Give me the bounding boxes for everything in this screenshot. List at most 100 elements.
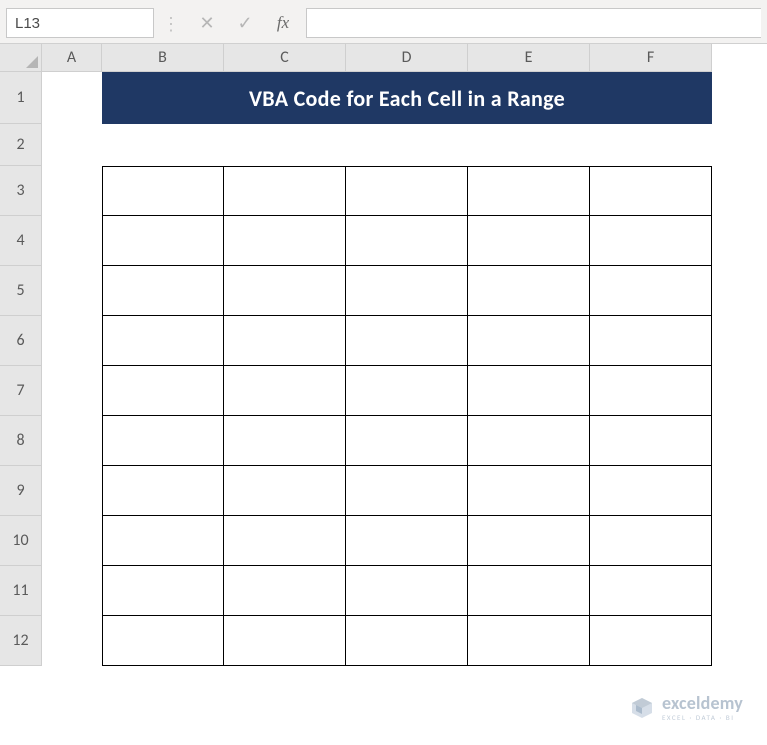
- cell-b2[interactable]: [102, 124, 224, 166]
- cell-a8[interactable]: [42, 416, 102, 466]
- cell-f2[interactable]: [590, 124, 712, 166]
- cell-d6[interactable]: [346, 316, 468, 366]
- row-header-10[interactable]: 10: [0, 516, 42, 566]
- row-header-7[interactable]: 7: [0, 366, 42, 416]
- row-header-1[interactable]: 1: [0, 72, 42, 124]
- cell-b7[interactable]: [102, 366, 224, 416]
- cell-b12[interactable]: [102, 616, 224, 666]
- column-header-d[interactable]: D: [346, 44, 468, 72]
- cell-c8[interactable]: [224, 416, 346, 466]
- cell-f7[interactable]: [590, 366, 712, 416]
- column-header-a[interactable]: A: [42, 44, 102, 72]
- column-header-f[interactable]: F: [590, 44, 712, 72]
- column-header-e[interactable]: E: [468, 44, 590, 72]
- column-header-b[interactable]: B: [102, 44, 224, 72]
- row-5: [42, 266, 712, 316]
- cell-e12[interactable]: [468, 616, 590, 666]
- cell-f10[interactable]: [590, 516, 712, 566]
- cell-e10[interactable]: [468, 516, 590, 566]
- cell-d2[interactable]: [346, 124, 468, 166]
- cell-c5[interactable]: [224, 266, 346, 316]
- cell-d4[interactable]: [346, 216, 468, 266]
- cell-e7[interactable]: [468, 366, 590, 416]
- cell-c10[interactable]: [224, 516, 346, 566]
- cell-d7[interactable]: [346, 366, 468, 416]
- title-cell[interactable]: VBA Code for Each Cell in a Range: [102, 72, 712, 124]
- cell-f9[interactable]: [590, 466, 712, 516]
- cell-a4[interactable]: [42, 216, 102, 266]
- cell-a3[interactable]: [42, 166, 102, 216]
- cell-c12[interactable]: [224, 616, 346, 666]
- cell-b8[interactable]: [102, 416, 224, 466]
- cell-a2[interactable]: [42, 124, 102, 166]
- select-all-button[interactable]: [0, 44, 42, 72]
- cell-e2[interactable]: [468, 124, 590, 166]
- cell-d10[interactable]: [346, 516, 468, 566]
- row-header-3[interactable]: 3: [0, 166, 42, 216]
- row-header-8[interactable]: 8: [0, 416, 42, 466]
- cell-c2[interactable]: [224, 124, 346, 166]
- cell-e4[interactable]: [468, 216, 590, 266]
- row-header-4[interactable]: 4: [0, 216, 42, 266]
- cell-a6[interactable]: [42, 316, 102, 366]
- cell-b6[interactable]: [102, 316, 224, 366]
- cell-a9[interactable]: [42, 466, 102, 516]
- cell-a7[interactable]: [42, 366, 102, 416]
- cell-f8[interactable]: [590, 416, 712, 466]
- row-header-6[interactable]: 6: [0, 316, 42, 366]
- cell-b5[interactable]: [102, 266, 224, 316]
- row-header-5[interactable]: 5: [0, 266, 42, 316]
- cell-e6[interactable]: [468, 316, 590, 366]
- watermark-logo-icon: [630, 696, 654, 720]
- row-3: [42, 166, 712, 216]
- cell-a5[interactable]: [42, 266, 102, 316]
- name-box-container[interactable]: ▾: [6, 8, 154, 38]
- cell-c9[interactable]: [224, 466, 346, 516]
- cell-d9[interactable]: [346, 466, 468, 516]
- cell-d11[interactable]: [346, 566, 468, 616]
- cell-f11[interactable]: [590, 566, 712, 616]
- cell-c11[interactable]: [224, 566, 346, 616]
- formula-bar-divider-icon: ⋮: [154, 8, 188, 39]
- cell-f4[interactable]: [590, 216, 712, 266]
- row-header-9[interactable]: 9: [0, 466, 42, 516]
- column-header-c[interactable]: C: [224, 44, 346, 72]
- row-header-11[interactable]: 11: [0, 566, 42, 616]
- cell-a12[interactable]: [42, 616, 102, 666]
- watermark-name: exceldemy: [662, 694, 743, 712]
- cell-d3[interactable]: [346, 166, 468, 216]
- row-1: VBA Code for Each Cell in a Range: [42, 72, 712, 124]
- cell-b9[interactable]: [102, 466, 224, 516]
- watermark: exceldemy EXCEL · DATA · BI: [630, 694, 743, 721]
- cell-e5[interactable]: [468, 266, 590, 316]
- cell-b3[interactable]: [102, 166, 224, 216]
- cell-c4[interactable]: [224, 216, 346, 266]
- row-header-12[interactable]: 12: [0, 616, 42, 666]
- cell-b10[interactable]: [102, 516, 224, 566]
- formula-input[interactable]: [306, 8, 761, 38]
- cell-f5[interactable]: [590, 266, 712, 316]
- cell-c7[interactable]: [224, 366, 346, 416]
- cell-d5[interactable]: [346, 266, 468, 316]
- cell-e3[interactable]: [468, 166, 590, 216]
- cell-e9[interactable]: [468, 466, 590, 516]
- cell-f12[interactable]: [590, 616, 712, 666]
- cell-a1[interactable]: [42, 72, 102, 124]
- cell-a11[interactable]: [42, 566, 102, 616]
- row-header-2[interactable]: 2: [0, 124, 42, 166]
- cell-f6[interactable]: [590, 316, 712, 366]
- cell-f3[interactable]: [590, 166, 712, 216]
- watermark-text: exceldemy EXCEL · DATA · BI: [662, 694, 743, 721]
- row-4: [42, 216, 712, 266]
- insert-function-button[interactable]: fx: [264, 8, 302, 38]
- cell-c6[interactable]: [224, 316, 346, 366]
- cell-b11[interactable]: [102, 566, 224, 616]
- row-10: [42, 516, 712, 566]
- cell-d8[interactable]: [346, 416, 468, 466]
- cell-e11[interactable]: [468, 566, 590, 616]
- cell-e8[interactable]: [468, 416, 590, 466]
- cell-a10[interactable]: [42, 516, 102, 566]
- cell-c3[interactable]: [224, 166, 346, 216]
- cell-b4[interactable]: [102, 216, 224, 266]
- cell-d12[interactable]: [346, 616, 468, 666]
